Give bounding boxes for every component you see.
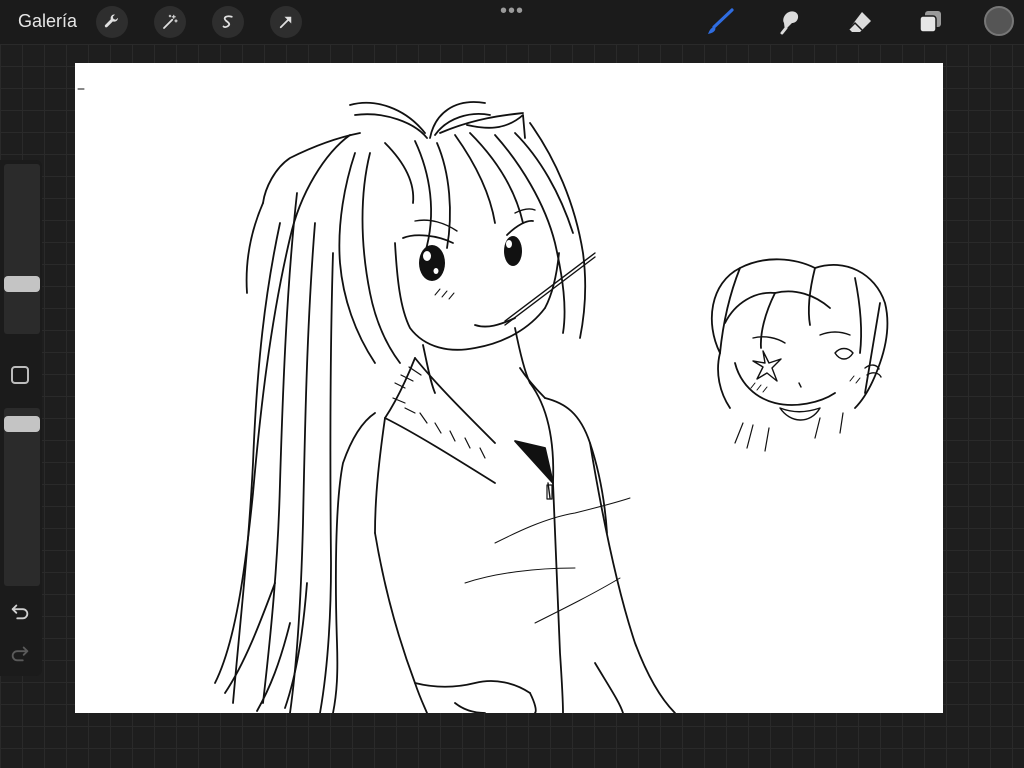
redo-icon (11, 646, 29, 662)
redo-button[interactable] (9, 642, 33, 664)
transform-button[interactable] (270, 6, 302, 38)
adjustments-button[interactable] (154, 6, 186, 38)
line-art-drawing (77, 88, 889, 713)
more-options-icon[interactable]: ••• (500, 1, 524, 21)
brush-opacity-thumb[interactable] (4, 416, 40, 432)
selection-button[interactable] (212, 6, 244, 38)
smudge-tool-button[interactable] (774, 6, 806, 38)
layers-icon (919, 11, 941, 33)
brush-size-slider[interactable] (4, 164, 40, 334)
modify-button[interactable] (11, 366, 29, 384)
undo-button[interactable] (9, 600, 33, 622)
actions-button[interactable] (96, 6, 128, 38)
brush-icon (708, 8, 734, 34)
color-picker-swatch[interactable] (984, 6, 1014, 36)
undo-icon (11, 604, 29, 620)
eraser-tool-button[interactable] (844, 6, 876, 38)
selection-icon (222, 15, 233, 28)
layers-button[interactable] (914, 6, 946, 38)
left-sidebar (0, 160, 42, 676)
transform-icon (279, 16, 292, 29)
eraser-icon (848, 12, 871, 32)
brush-opacity-slider[interactable] (4, 408, 40, 586)
brush-tool-button[interactable] (704, 6, 736, 38)
gallery-button[interactable]: Galería (18, 11, 77, 32)
brush-size-thumb[interactable] (4, 276, 40, 292)
smudge-icon (780, 11, 799, 35)
top-toolbar: Galería ••• (0, 0, 1024, 44)
drawing-canvas[interactable] (75, 63, 943, 713)
wrench-icon (104, 14, 119, 28)
magic-wand-icon (163, 14, 178, 29)
